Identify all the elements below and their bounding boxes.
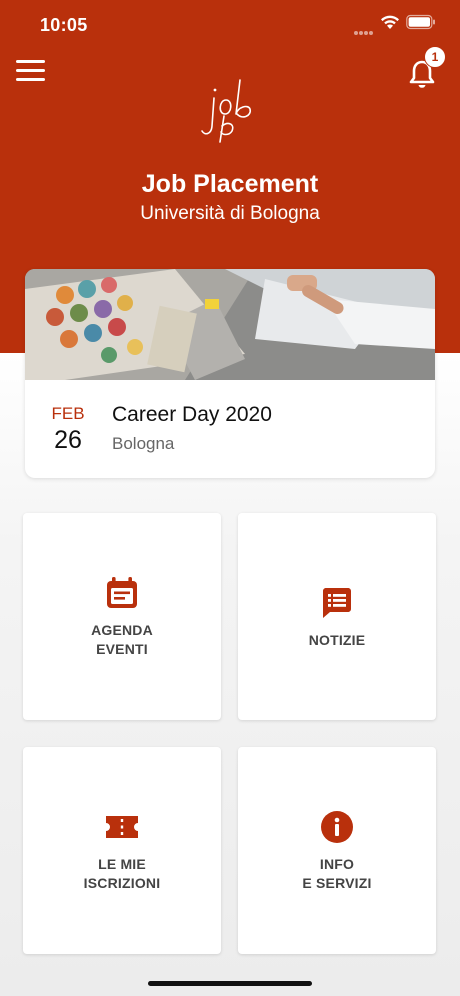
status-bar: 10:05 (0, 0, 460, 48)
tile-iscrizioni-label-line2: ISCRIZIONI (83, 875, 161, 891)
app-title: Job Placement (141, 170, 319, 198)
tile-notizie-label: NOTIZIE (308, 632, 366, 648)
featured-event-card[interactable]: FEB 26 Career Day 2020 Bologna (25, 269, 435, 478)
tile-info-label-line1: INFO (319, 856, 355, 872)
job-logo (201, 79, 252, 143)
signal-icon (354, 22, 374, 35)
event-title: Career Day 2020 (112, 403, 272, 426)
tile-agenda-eventi[interactable]: AGENDA EVENTI (23, 513, 221, 720)
tile-info-servizi[interactable]: INFO E SERVIZI (238, 747, 436, 954)
ticket-icon (106, 816, 138, 838)
notifications-button[interactable]: 1 (404, 46, 446, 94)
news-icon (323, 588, 351, 618)
event-day: 26 (54, 426, 82, 454)
tile-le-mie-iscrizioni[interactable]: LE MIE ISCRIZIONI (23, 747, 221, 954)
event-photo (25, 269, 435, 380)
tile-agenda-label-line1: AGENDA (91, 622, 153, 638)
home-indicator (148, 981, 312, 986)
app-subtitle: Università di Bologna (140, 203, 320, 224)
event-location: Bologna (112, 434, 175, 453)
tile-agenda-label-line2: EVENTI (96, 641, 148, 657)
battery-icon (406, 14, 435, 30)
event-month: FEB (51, 404, 85, 423)
hamburger-menu-icon[interactable] (16, 60, 46, 84)
tile-info-label-line2: E SERVIZI (302, 875, 372, 891)
info-icon (321, 811, 353, 843)
tile-iscrizioni-label-line1: LE MIE (98, 856, 146, 872)
tile-notizie[interactable]: NOTIZIE (238, 513, 436, 720)
wifi-icon (381, 15, 399, 29)
notification-badge: 1 (424, 46, 446, 68)
status-time: 10:05 (40, 15, 88, 35)
calendar-icon (107, 577, 137, 608)
